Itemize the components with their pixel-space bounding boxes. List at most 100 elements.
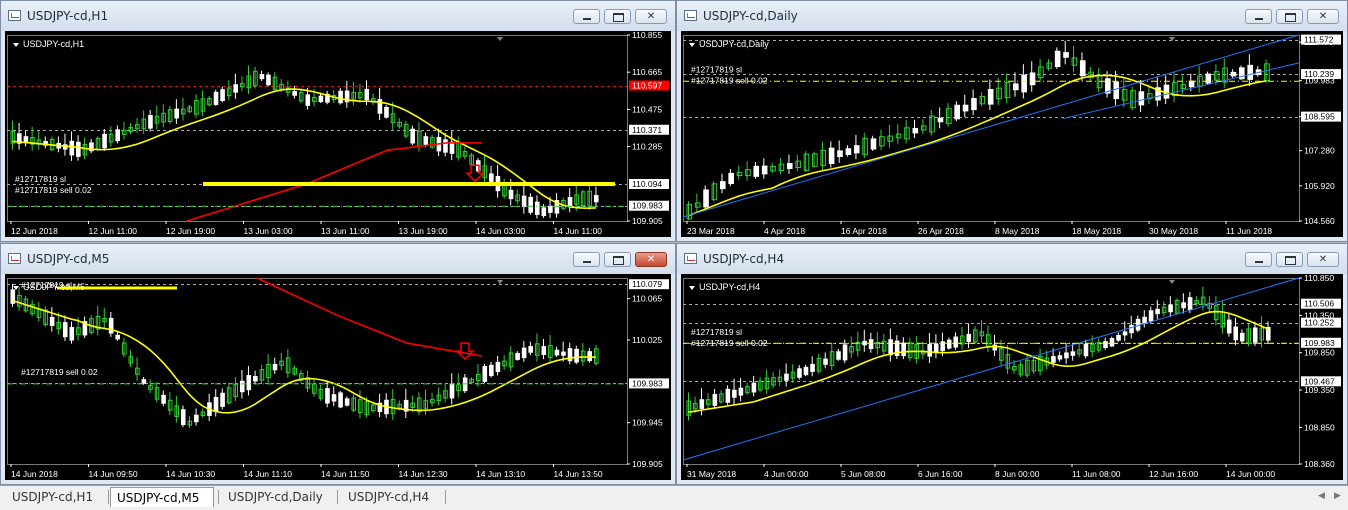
chart-window-h4[interactable]: USDJPY-cd,H4 USDJPY-cd,H4 #12717819 sl#12… xyxy=(676,243,1348,485)
candle-body xyxy=(828,147,835,165)
chart-area[interactable]: USDJPY-cd,H1 #12717819 sl #12717819 sell 0… xyxy=(5,31,671,237)
scroll-right-icon[interactable]: ▶ xyxy=(1334,491,1341,501)
candle-body xyxy=(810,363,815,372)
chart-window-m5[interactable]: USDJPY-cd,M5 USDJPY-cd,M5#12717819 sl#12… xyxy=(0,243,676,485)
candle-body xyxy=(449,141,455,154)
chart-area[interactable]: USDJPY-cd,Daily #12717819 sl #12717819 sel… xyxy=(681,31,1343,237)
candle-body xyxy=(534,201,540,215)
close-button[interactable] xyxy=(1307,252,1339,267)
maximize-button[interactable] xyxy=(604,9,631,24)
candle-body xyxy=(587,351,592,362)
price-tick-label: 107.280 xyxy=(1304,146,1335,156)
window-titlebar[interactable]: USDJPY-cd,H1 xyxy=(1,1,675,31)
candle-body xyxy=(213,91,219,105)
candle-body xyxy=(784,373,789,381)
time-tick-label: 14 Jun 11:10 xyxy=(244,469,293,479)
candle-body xyxy=(443,139,448,153)
time-tick-label: 12 Jun 2018 xyxy=(11,226,58,236)
maximize-button[interactable] xyxy=(1276,9,1303,24)
candle-body xyxy=(495,361,501,373)
price-tick-label: 110.850 xyxy=(1304,274,1334,283)
candle-body xyxy=(108,317,114,334)
candle-body xyxy=(62,322,68,338)
candle-body xyxy=(1054,50,1061,68)
candle-body xyxy=(148,114,153,129)
candle-body xyxy=(836,351,841,360)
chart-window-daily[interactable]: USDJPY-cd,Daily USDJPY-cd,Daily#12717819… xyxy=(676,0,1348,242)
candle-body xyxy=(887,135,894,142)
candle-body xyxy=(305,94,311,106)
minimize-button[interactable] xyxy=(1245,252,1272,267)
time-tick-label: 14 Jun 03:00 xyxy=(476,226,525,236)
close-button[interactable] xyxy=(635,9,667,24)
order-label: #12717819 sl xyxy=(691,327,742,337)
candle-body xyxy=(508,189,514,200)
candle-body xyxy=(868,339,874,350)
time-tick-label: 26 Apr 2018 xyxy=(918,226,964,236)
time-tick-label: 13 Jun 11:00 xyxy=(321,226,370,236)
price-tick-label: 105.920 xyxy=(1304,181,1335,191)
time-tick-label: 14 Jun 13:10 xyxy=(476,469,525,479)
candle-body xyxy=(1122,331,1128,336)
candle-body xyxy=(593,195,599,203)
tab-usdjpy-daily[interactable]: USDJPY-cd,Daily xyxy=(222,487,334,507)
time-tick-label: 31 May 2018 xyxy=(687,469,736,479)
close-button[interactable] xyxy=(635,252,667,267)
candle-body xyxy=(962,104,969,112)
chart-area[interactable]: USDJPY-cd,M5 #12717819 sl #12717819 sell 0… xyxy=(5,274,671,480)
moving-average-yellow xyxy=(688,310,1269,413)
candle-body xyxy=(1226,319,1232,334)
candle-body xyxy=(239,380,245,393)
tab-usdjpy-m5[interactable]: USDJPY-cd,M5 xyxy=(110,487,214,507)
chart-area[interactable]: USDJPY-cd,H4 #12717819 sl #12717819 sell 0… xyxy=(681,274,1343,480)
price-tag-label: 110.252 xyxy=(1304,318,1334,328)
chart-window-h1[interactable]: USDJPY-cd,H1 USDJPY-cd,H1 #12717819 sl#12… xyxy=(0,0,676,242)
candle-body xyxy=(318,95,324,103)
candle-body xyxy=(946,108,952,124)
tab-usdjpy-h4[interactable]: USDJPY-cd,H4 xyxy=(342,487,442,507)
candle-body xyxy=(541,207,547,217)
time-tick-label: 13 Jun 03:00 xyxy=(244,226,293,236)
maximize-button[interactable] xyxy=(604,252,631,267)
window-titlebar[interactable]: USDJPY-cd,Daily xyxy=(677,1,1347,31)
candle-body xyxy=(528,346,533,353)
candle-body xyxy=(904,127,910,140)
candle-body xyxy=(1181,302,1186,309)
candle-body xyxy=(548,205,553,213)
price-tag-label: 110.079 xyxy=(632,279,662,289)
candle-body xyxy=(1148,310,1154,322)
scroll-left-icon[interactable]: ◀ xyxy=(1318,491,1325,501)
candle-body xyxy=(1021,74,1027,93)
candle-body xyxy=(489,364,494,377)
time-tick-label: 4 Apr 2018 xyxy=(764,226,805,236)
price-tick-label: 110.285 xyxy=(632,142,662,152)
candle-body xyxy=(686,204,693,220)
price-chart[interactable]: USDJPY-cd,M5#12717819 sl#12717819 sell 0… xyxy=(5,274,673,482)
candle-body xyxy=(1239,332,1245,342)
dropdown-arrow-icon xyxy=(13,43,19,47)
chart-window-icon xyxy=(8,10,21,21)
window-titlebar[interactable]: USDJPY-cd,H4 xyxy=(677,244,1347,274)
minimize-button[interactable] xyxy=(573,252,600,267)
candle-body xyxy=(761,165,768,175)
candle-body xyxy=(929,115,935,133)
tab-usdjpy-h1[interactable]: USDJPY-cd,H1 xyxy=(6,487,106,507)
minimize-button[interactable] xyxy=(1245,9,1272,24)
shift-marker-icon xyxy=(1169,280,1175,284)
candle-body xyxy=(1103,341,1108,348)
candle-body xyxy=(541,346,547,355)
price-chart[interactable]: USDJPY-cd,H1 #12717819 sl#12717819 sell 0… xyxy=(5,31,673,239)
minimize-button[interactable] xyxy=(573,9,600,24)
maximize-button[interactable] xyxy=(1276,252,1303,267)
price-chart[interactable]: USDJPY-cd,Daily#12717819 sl#12717819 sel… xyxy=(681,31,1345,239)
chart-window-icon xyxy=(684,253,697,264)
candle-body xyxy=(384,106,389,118)
time-tick-label: 8 Jun 00:00 xyxy=(995,469,1040,479)
trend-line xyxy=(682,277,1300,461)
close-button[interactable] xyxy=(1307,9,1339,24)
time-tick-label: 11 Jun 2018 xyxy=(1226,226,1272,236)
candle-body xyxy=(845,148,852,155)
price-chart[interactable]: USDJPY-cd,H4 #12717819 sl#12717819 sell 0… xyxy=(681,274,1345,482)
candle-body xyxy=(1046,62,1053,69)
window-titlebar[interactable]: USDJPY-cd,M5 xyxy=(1,244,675,274)
